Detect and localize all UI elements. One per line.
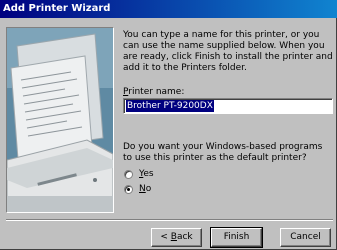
radio-no-circle[interactable] [124, 184, 133, 194]
back-button-prefix: < [160, 232, 171, 242]
printer-name-value: Brother PT-9200DX [126, 100, 214, 112]
finish-button[interactable]: Finish [210, 227, 263, 248]
back-button-rest: ack [176, 232, 193, 242]
window-title: Add Printer Wizard [0, 0, 337, 18]
printer-name-label-rest: rinter name: [128, 87, 185, 97]
default-printer-question: Do you want your Windows-based programs … [123, 142, 323, 163]
intro-text: You can type a name for this printer, or… [123, 30, 333, 73]
wizard-illustration [6, 27, 114, 213]
button-separator [6, 219, 333, 221]
printer-paper-illustration [7, 28, 113, 212]
radio-no-label: No [139, 184, 151, 194]
printer-name-input[interactable]: Brother PT-9200DX [123, 98, 333, 114]
add-printer-wizard-window: Add Printer Wizard You can type a name f… [0, 0, 337, 250]
cancel-button[interactable]: Cancel [280, 228, 331, 247]
radio-yes-circle[interactable] [124, 169, 133, 179]
radio-yes-label: Yes [139, 169, 154, 179]
printer-name-label: Printer name: [123, 87, 184, 98]
radio-no-accel: N [139, 184, 146, 194]
radio-yes[interactable]: Yes [124, 168, 154, 180]
back-button[interactable]: < Back [151, 228, 202, 247]
radio-no-rest: o [145, 184, 152, 194]
radio-no[interactable]: No [124, 183, 151, 195]
radio-yes-rest: es [143, 169, 154, 179]
